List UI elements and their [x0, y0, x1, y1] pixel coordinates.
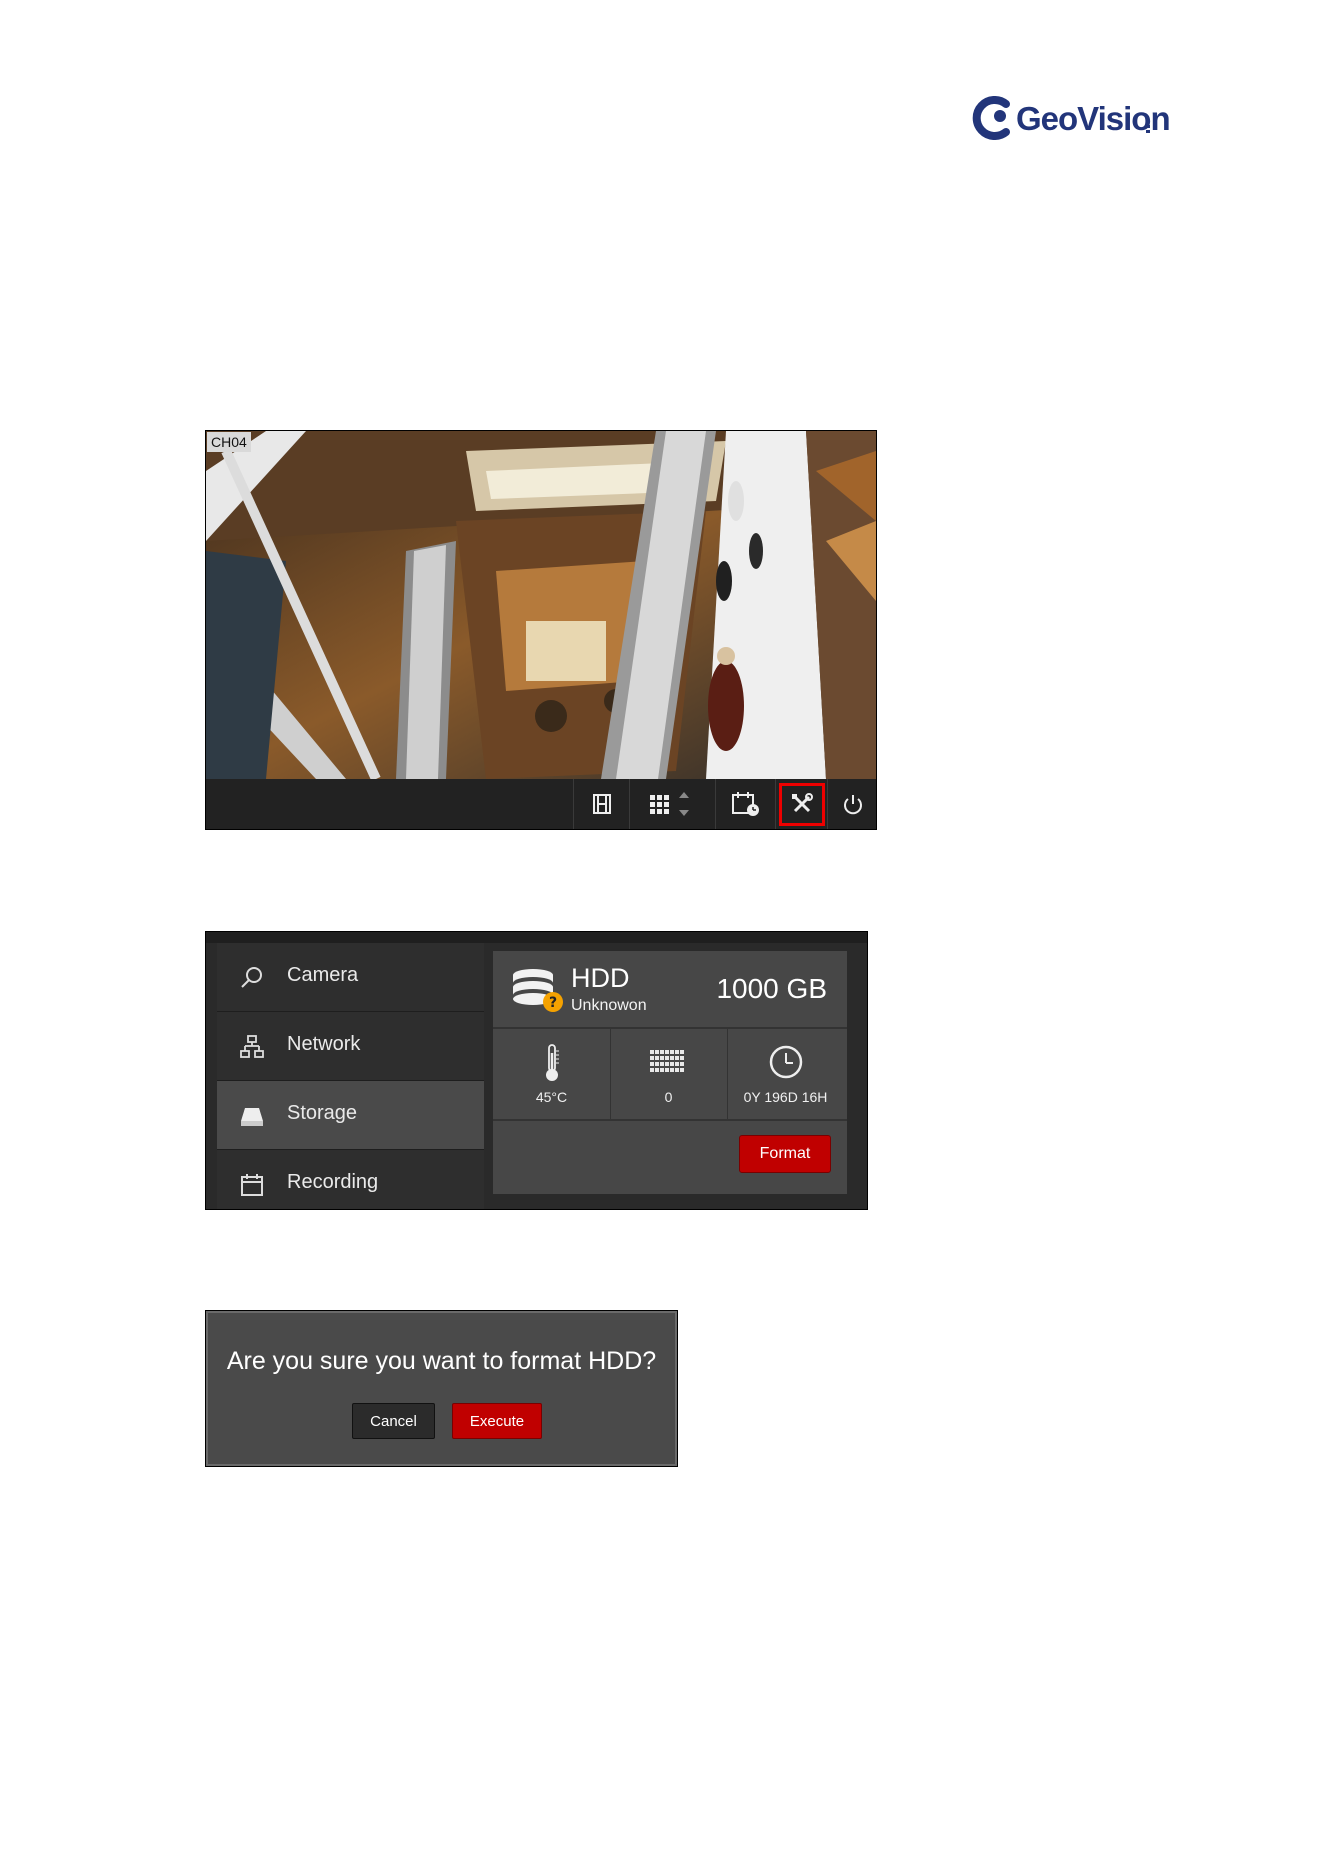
power-on-time-value: 0Y 196D 16H [743, 1089, 828, 1105]
logo-inc-mark [1146, 120, 1150, 133]
thermometer-icon [545, 1044, 559, 1081]
temperature-value: 45°C [535, 1089, 568, 1105]
power-icon [843, 795, 862, 815]
sector-grid-icon [649, 1050, 684, 1072]
dialog-message: Are you sure you want to format HDD? [226, 1347, 657, 1375]
stat-temperature: 45°C [493, 1029, 611, 1119]
schedule-button[interactable] [715, 779, 776, 829]
cancel-button[interactable]: Cancel [352, 1403, 435, 1439]
menu-item-recording[interactable]: Recording [217, 1150, 484, 1209]
stat-bad-sectors: 0 [610, 1029, 728, 1119]
storage-icon [241, 1108, 263, 1126]
menu-item-label: Network [287, 1033, 361, 1055]
live-view-toolbar [206, 779, 876, 829]
bad-sectors-value: 0 [664, 1089, 673, 1105]
settings-menu: Camera Network Storage Recording [217, 943, 484, 1209]
search-icon [241, 967, 262, 988]
storage-settings-screen: Camera Network Storage Recording ? HDD U… [205, 931, 868, 1210]
hdd-stats: 45°C 0 0Y 196D 16H [493, 1029, 847, 1121]
playback-button[interactable] [573, 779, 630, 829]
menu-item-camera[interactable]: Camera [217, 943, 484, 1013]
settings-highlight-box [779, 783, 825, 826]
hdd-capacity: 1000 GB [716, 973, 827, 1004]
layout-button[interactable] [629, 779, 716, 829]
stat-power-on-time: 0Y 196D 16H [727, 1029, 844, 1119]
layout-grid-icon [650, 792, 689, 816]
svg-text:?: ? [549, 995, 557, 1011]
format-confirm-dialog: Are you sure you want to format HDD? Can… [205, 1310, 678, 1467]
playback-icon [593, 794, 611, 814]
execute-button[interactable]: Execute [452, 1403, 542, 1439]
channel-label: CH04 [207, 432, 251, 452]
network-icon [240, 1035, 264, 1058]
live-view-screen: CH04 [205, 430, 877, 830]
menu-item-label: Storage [287, 1102, 358, 1124]
hdd-database-icon: ? [513, 969, 563, 1012]
power-button[interactable] [827, 779, 876, 829]
menu-item-storage[interactable]: Storage [217, 1081, 484, 1151]
schedule-icon [732, 792, 759, 816]
hdd-panel: ? HDD Unknowon 1000 GB 45°C 0 0Y 196D 16… [493, 951, 847, 1194]
menu-item-network[interactable]: Network [217, 1012, 484, 1082]
settings-top-bar [206, 932, 867, 943]
camera-feed-image [206, 431, 876, 779]
format-button[interactable]: Format [739, 1135, 831, 1173]
geovision-logo-mark [972, 96, 1010, 140]
hdd-status: Unknowon [571, 997, 647, 1014]
calendar-icon [241, 1174, 263, 1196]
menu-item-label: Camera [287, 964, 359, 986]
hdd-title: HDD [571, 963, 630, 993]
hdd-header: ? HDD Unknowon 1000 GB [493, 951, 847, 1029]
menu-item-label: Recording [287, 1171, 379, 1193]
geovision-logo: GeoVision [970, 90, 1171, 150]
clock-icon [769, 1045, 802, 1079]
